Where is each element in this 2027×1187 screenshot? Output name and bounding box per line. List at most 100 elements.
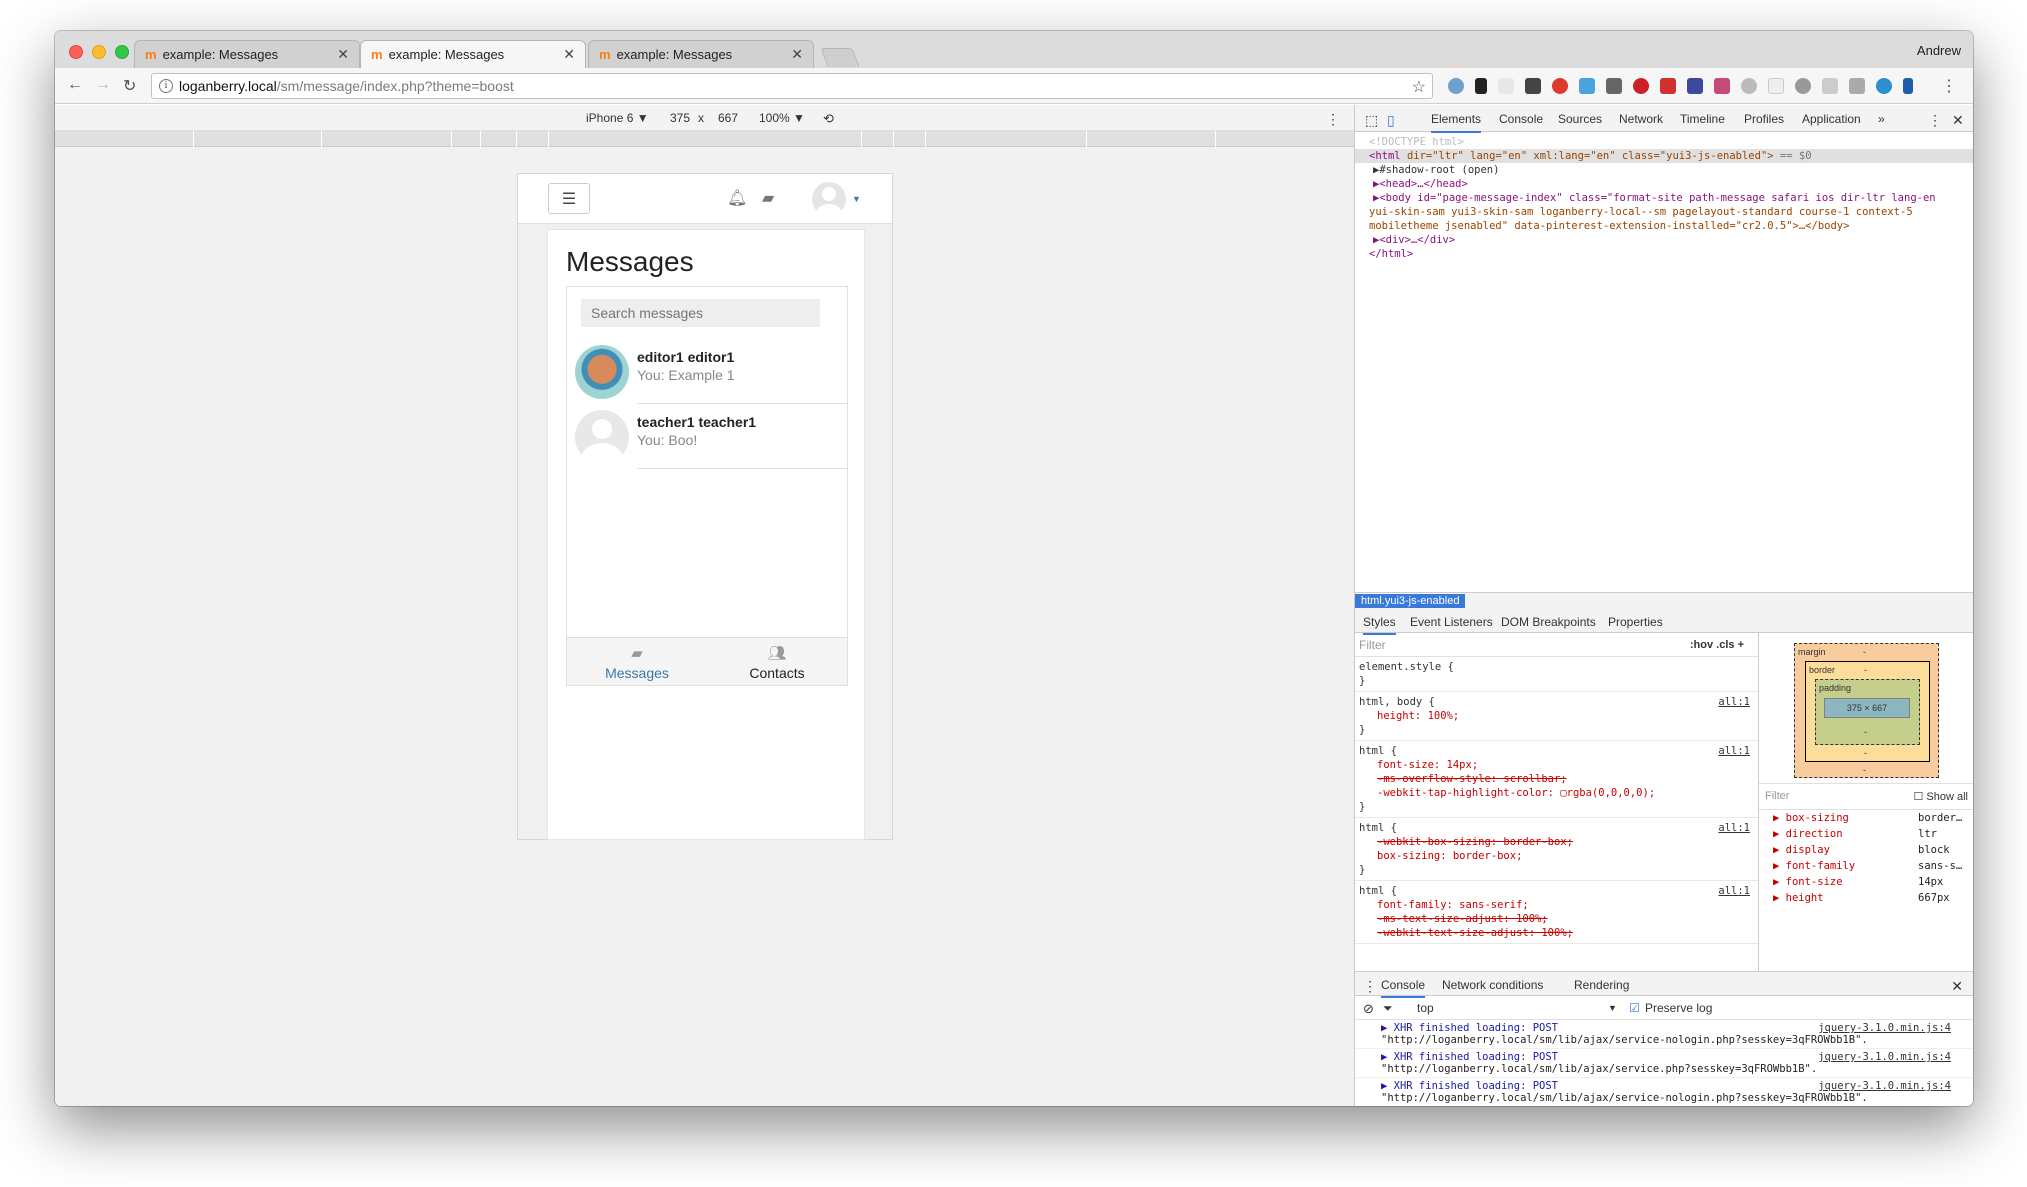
new-tab-button[interactable] [820,48,860,67]
profile-name[interactable]: Andrew [1917,43,1961,58]
search-input[interactable] [581,299,820,327]
extension-icon[interactable] [1741,78,1757,94]
box-model-content[interactable]: 375 × 667 [1824,698,1910,718]
css-property[interactable]: height: 100%; [1359,709,1754,723]
extension-icon[interactable] [1475,78,1487,94]
close-tab-icon[interactable]: ✕ [331,46,349,63]
console-source-link[interactable]: jquery-3.1.0.min.js:4 [1818,1080,1951,1092]
forward-icon[interactable]: → [95,76,111,94]
device-height[interactable]: 667 [718,111,738,125]
extension-icon[interactable] [1795,78,1811,94]
css-rule[interactable]: html { all:1 font-family: sans-serif; -m… [1355,881,1758,944]
extension-icon[interactable] [1768,78,1784,94]
tab-dom-breakpoints[interactable]: DOM Breakpoints [1501,615,1596,629]
box-model-margin[interactable]: margin - border - padding 375 × 667 - - … [1794,643,1939,778]
css-property[interactable]: font-family: sans-serif; [1359,898,1754,912]
console-url[interactable]: "http://loganberry.local/sm/lib/ajax/ser… [1381,1063,1953,1075]
box-model-padding[interactable]: padding 375 × 667 - [1815,679,1920,745]
browser-tab-active[interactable]: m example: Messages ✕ [360,40,586,68]
tab-styles[interactable]: Styles [1363,615,1396,635]
dom-node[interactable]: </html> [1355,247,1973,261]
dom-node[interactable]: <!DOCTYPE html> [1355,135,1973,149]
zoom-window-button[interactable] [115,45,129,59]
close-icon[interactable]: ✕ [1952,112,1964,129]
bell-icon[interactable]: 🔔︎ [727,188,747,208]
chevron-down-icon[interactable]: ▼ [1608,1003,1617,1013]
browser-tab[interactable]: m example: Messages ✕ [134,40,360,68]
css-rule[interactable]: html, body { all:1 height: 100%; } [1355,692,1758,741]
tab-timeline[interactable]: Timeline [1680,112,1725,126]
more-tabs[interactable]: » [1878,112,1885,126]
console-source-link[interactable]: jquery-3.1.0.min.js:4 [1818,1022,1951,1034]
tab-console[interactable]: Console [1499,112,1543,126]
tab-rendering[interactable]: Rendering [1574,978,1629,992]
css-property[interactable]: -webkit-tap-highlight-color: ▢rgba(0,0,0… [1359,786,1754,800]
console-entry[interactable]: ▶ XHR finished loading: POST "http://log… [1355,1078,1973,1106]
computed-row[interactable]: ▶ height 667px [1759,890,1973,906]
media-query-ruler[interactable] [55,131,1354,147]
filter-icon[interactable]: ⏷ [1383,1001,1393,1016]
css-property-overridden[interactable]: -webkit-box-sizing: border-box; [1359,835,1754,849]
styles-filter[interactable]: Filter :hov .cls + [1355,633,1758,657]
extension-icon[interactable] [1498,78,1514,94]
css-property[interactable]: font-size: 14px; [1359,758,1754,772]
dom-node[interactable]: ▶<head>…</head> [1355,177,1973,191]
dom-node-selected[interactable]: <html dir="ltr" lang="en" xml:lang="en" … [1355,149,1973,163]
close-tab-icon[interactable]: ✕ [557,46,575,63]
extension-icon[interactable] [1714,78,1730,94]
extension-icon[interactable] [1525,78,1541,94]
tab-elements[interactable]: Elements [1431,112,1482,133]
devtools-menu-icon[interactable]: ⋮ [1928,112,1942,129]
tab-event-listeners[interactable]: Event Listeners [1410,615,1493,629]
device-width[interactable]: 375 [670,111,690,125]
computed-row[interactable]: ▶ display block [1759,842,1973,858]
css-property-overridden[interactable]: -ms-text-size-adjust: 100%; [1359,912,1754,926]
rotate-icon[interactable]: ⟲ [823,111,834,127]
drawer-menu-icon[interactable]: ⋮ [1363,978,1377,995]
css-source-link[interactable]: all:1 [1718,695,1750,709]
back-icon[interactable]: ← [67,76,83,94]
browser-tab[interactable]: m example: Messages ✕ [588,40,814,68]
bookmark-star-icon[interactable]: ☆ [1412,77,1426,97]
computed-row[interactable]: ▶ box-sizing border… [1759,810,1973,826]
extension-icon[interactable] [1579,78,1595,94]
clear-console-icon[interactable]: ⊘ [1363,1001,1374,1017]
close-window-button[interactable] [69,45,83,59]
tab-profiles[interactable]: Profiles [1744,112,1784,126]
console-url[interactable]: "http://loganberry.local/sm/lib/ajax/ser… [1381,1092,1953,1104]
css-rule[interactable]: element.style { } [1355,657,1758,692]
tab-application[interactable]: Application [1802,112,1861,126]
dom-node[interactable]: ▶#shadow-root (open) [1355,163,1973,177]
console-source-link[interactable]: jquery-3.1.0.min.js:4 [1818,1051,1951,1063]
extension-icon[interactable] [1822,78,1838,94]
info-icon[interactable]: i [159,79,173,93]
extension-icon[interactable] [1876,78,1892,94]
show-all-checkbox[interactable]: ☐ Show all [1914,790,1969,803]
zoom-select[interactable]: 100% ▼ [759,111,805,125]
computed-row[interactable]: ▶ font-size 14px [1759,874,1973,890]
extension-icon[interactable] [1606,78,1622,94]
css-property[interactable]: box-sizing: border-box; [1359,849,1754,863]
computed-row[interactable]: ▶ direction ltr [1759,826,1973,842]
address-bar[interactable]: i loganberry.local/sm/message/index.php?… [151,73,1433,99]
preserve-log-checkbox[interactable]: ☑ [1629,1001,1640,1015]
css-source-link[interactable]: all:1 [1718,821,1750,835]
css-source-link[interactable]: all:1 [1718,884,1750,898]
dom-node[interactable]: ▶<body id="page-message-index" class="fo… [1355,191,1973,205]
styles-filter-tools[interactable]: :hov .cls + [1690,638,1744,652]
reload-icon[interactable]: ↻ [123,76,136,96]
console-url[interactable]: "http://loganberry.local/sm/lib/ajax/ser… [1381,1034,1953,1046]
tab-contacts[interactable]: 👥︎ Contacts [707,638,847,685]
tab-sources[interactable]: Sources [1558,112,1602,126]
extension-icon[interactable] [1448,78,1464,94]
tab-console[interactable]: Console [1381,978,1426,998]
minimize-window-button[interactable] [92,45,106,59]
browser-menu-icon[interactable]: ⋮ [1941,76,1957,96]
css-source-link[interactable]: all:1 [1718,744,1750,758]
close-icon[interactable]: ✕ [1951,978,1963,995]
extension-icon[interactable] [1660,78,1676,94]
chevron-down-icon[interactable]: ▼ [852,194,861,204]
css-property-overridden[interactable]: -webkit-text-size-adjust: 100%; [1359,926,1754,940]
tab-properties[interactable]: Properties [1608,615,1663,629]
breadcrumb-item[interactable]: html.yui3-js-enabled [1355,594,1466,608]
